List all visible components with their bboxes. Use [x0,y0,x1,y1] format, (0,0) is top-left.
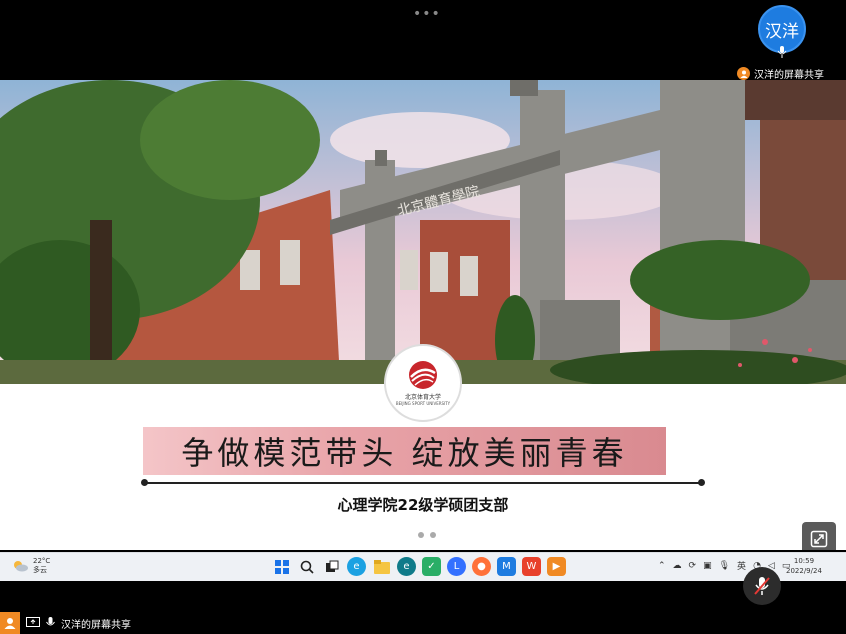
screen-share-icon [26,617,40,627]
logo-subtitle: BEIJING SPORT UNIVERSITY [395,401,451,406]
page-indicator[interactable] [418,532,436,538]
presenter-name: 汉洋 [765,21,799,42]
bottom-status-bar: 汉洋的屏幕共享 [0,612,131,634]
mic-muted-icon [754,577,770,595]
file-explorer-icon[interactable] [372,557,391,576]
weather-widget[interactable]: 22°C 多云 [12,557,50,575]
cloud-icon[interactable]: ☁ [673,561,682,571]
divider-dot-left [141,479,148,486]
start-icon[interactable] [272,557,291,576]
screen-share-indicator: 汉洋的屏幕共享 [737,66,824,81]
firefox-icon[interactable]: ● [472,557,491,576]
task-view-icon[interactable] [322,557,341,576]
ime-indicator[interactable]: 英 [737,559,746,572]
divider-line [143,482,703,484]
weather-temp: 22°C [33,557,51,565]
wps-icon[interactable]: W [522,557,541,576]
expand-icon [810,530,828,548]
edge-icon[interactable]: e [347,557,366,576]
wechat-icon[interactable]: ✓ [422,557,441,576]
microphone-icon[interactable]: 🎙 [719,561,730,571]
clock[interactable]: 10:59 2022/9/24 [786,556,822,576]
mic-icon [777,46,787,58]
campus-gate-photo: 北京體育學院 [0,80,846,384]
page-dot[interactable] [430,532,436,538]
windows-taskbar: 22°C 多云 e e ✓ L ● M W ▶ ⌃ ☁ ⟳ ▣ 🎙 英 ◔ ◁ ▭… [0,552,846,581]
taskbar-apps: e e ✓ L ● M W ▶ [272,557,566,576]
search-icon[interactable] [297,557,316,576]
slides-icon[interactable]: ▶ [547,557,566,576]
screen-share-label: 汉洋的屏幕共享 [754,70,824,81]
clock-date: 2022/9/24 [786,567,822,575]
expand-button[interactable] [802,522,836,550]
meeting-icon[interactable]: M [497,557,516,576]
user-icon [737,67,750,80]
slide-title-banner: 争做模范带头 绽放美丽青春 [143,427,666,475]
slide-subtitle: 心理学院22级学硕团支部 [337,496,509,514]
mic-icon [46,617,55,626]
page-dot[interactable] [418,532,424,538]
logo-title: 北京体育大学 [404,394,441,401]
cloudy-icon [14,561,28,572]
clock-time: 10:59 [793,557,815,565]
more-menu-icon[interactable]: ••• [413,6,441,22]
screen-share-label: 汉洋的屏幕共享 [61,619,131,631]
user-icon [0,612,20,634]
edge-browser-icon[interactable]: e [397,557,416,576]
tray-app-icon[interactable]: ▣ [703,561,712,571]
slide-title: 争做模范带头 绽放美丽青春 [181,434,628,472]
mute-button[interactable] [743,567,781,605]
university-logo: 北京体育大学 BEIJING SPORT UNIVERSITY [384,344,462,422]
divider-dot-right [698,479,705,486]
sync-icon[interactable]: ⟳ [689,561,697,571]
logo-emblem-icon [409,361,437,389]
weather-desc: 多云 [33,566,47,574]
shared-slide: 北京體育學院 北京体育大学 BEIJING SPORT UNIVERSITY 争… [0,80,846,550]
chevron-up-icon[interactable]: ⌃ [658,561,666,571]
lark-icon[interactable]: L [447,557,466,576]
